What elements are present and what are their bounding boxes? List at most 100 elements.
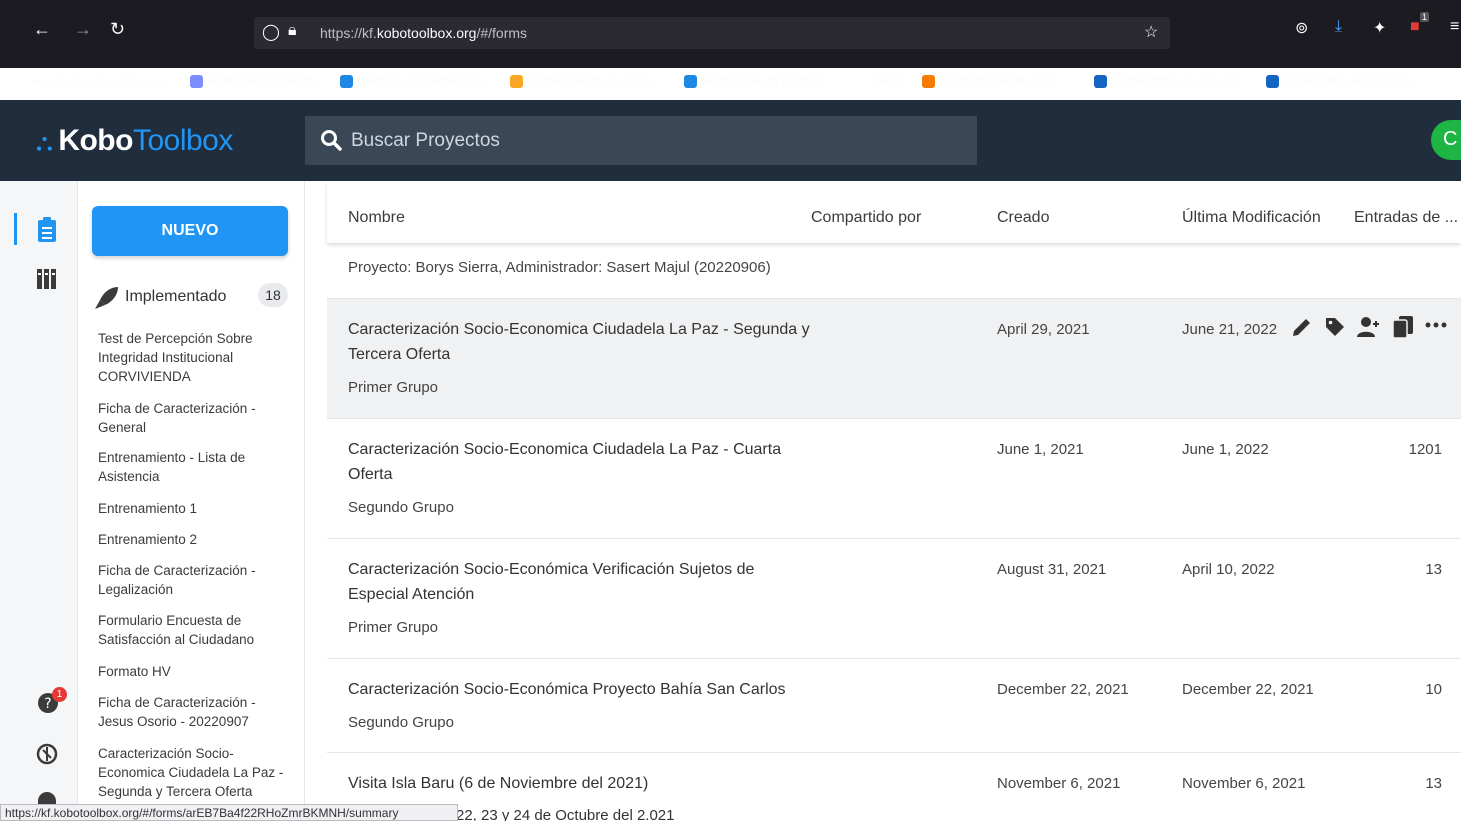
browser-chrome: ← → ↻ ◯ 🔒︎ https://kf.kobotoolbox.org/#/… (0, 0, 1461, 89)
created-date: November 6, 2021 (997, 775, 1121, 792)
app-header: ⛬ KoboToolbox Buscar Proyectos C (0, 100, 1461, 181)
deployed-section-header[interactable]: Implementado 18 (94, 281, 290, 311)
sidebar-project-item[interactable]: Entrenamiento 2 (98, 530, 288, 549)
bookmark-label: Animated Drawings (208, 74, 317, 88)
bookmarks-bar: ⇥ Importar marcadores... Animated Drawings… (0, 70, 1461, 96)
back-icon[interactable]: ← (33, 18, 51, 40)
download-icon[interactable]: ⤓ (1335, 18, 1342, 36)
project-name-link[interactable]: Caracterización Socio-Económica Verifica… (348, 557, 754, 582)
sidebar-project-item[interactable]: Ficha de Caracterización - General (98, 399, 288, 437)
bookmark-star-icon[interactable]: ☆ (1144, 22, 1158, 42)
column-header-name[interactable]: Nombre (348, 209, 405, 227)
submissions-count: 13 (1425, 561, 1442, 578)
shield-icon[interactable]: ◯ (262, 22, 280, 42)
svg-text:?: ? (44, 696, 51, 712)
extension-badge-icon[interactable]: ■ (1410, 18, 1420, 36)
submissions-count: 1201 (1408, 441, 1442, 458)
column-header-modified[interactable]: Última Modificación (1182, 209, 1321, 227)
sidebar-project-item[interactable]: Test de Percepción Sobre Integridad Inst… (98, 329, 288, 386)
project-name-link[interactable]: Visita Isla Baru (6 de Noviembre del 202… (348, 771, 648, 796)
modified-date: December 22, 2021 (1182, 681, 1314, 698)
extension-icon[interactable]: ✦ (1373, 18, 1386, 38)
project-name-link[interactable]: Caracterización Socio-Economica Ciudadel… (348, 317, 810, 342)
forward-icon[interactable]: → (74, 18, 92, 40)
bookmark-favicon-icon (855, 74, 868, 88)
sidebar-project-item[interactable]: Entrenamiento 1 (98, 499, 288, 518)
menu-icon[interactable]: ≡ (1450, 18, 1459, 36)
project-name-link[interactable]: Especial Atención (348, 582, 474, 607)
bookmark-favicon-icon (922, 74, 935, 88)
deployed-label: Implementado (125, 288, 227, 305)
modified-date: April 10, 2022 (1182, 561, 1275, 578)
created-date: June 1, 2021 (997, 441, 1084, 458)
table-row[interactable]: Proyecto: Borys Sierra, Administrador: S… (327, 243, 1461, 299)
project-name-link[interactable]: Caracterización Socio-Económica Proyecto… (348, 677, 786, 702)
sidebar-project-item[interactable]: Entrenamiento - Lista de Asistencia (98, 448, 288, 486)
more-options-icon[interactable] (1424, 315, 1448, 339)
pocket-icon[interactable]: ⊚ (1295, 18, 1308, 38)
sidebar-project-item[interactable]: Formato HV (98, 662, 288, 681)
share-user-icon[interactable] (1356, 315, 1382, 339)
bookmark-favicon-icon (190, 74, 203, 88)
lock-icon[interactable]: 🔒︎ (288, 22, 297, 40)
kobotoolbox-logo[interactable]: ⛬ KoboToolbox (36, 124, 233, 158)
sidebar-project-item[interactable]: Caracterización Socio-Economica Ciudadel… (98, 744, 288, 801)
sidebar-project-item[interactable]: Ficha de Caracterización - Legalización (98, 561, 288, 599)
project-name-link[interactable]: Caracterización Socio-Economica Ciudadel… (348, 437, 781, 462)
bookmark-label: Inicio (873, 74, 903, 88)
project-name-link[interactable]: Oferta (348, 462, 392, 487)
sidebar-project-item[interactable]: Ficha de Caracterización - Jesus Osorio … (98, 693, 288, 731)
browser-nav-bar: ← → ↻ ◯ 🔒︎ https://kf.kobotoolbox.org/#/… (0, 10, 1461, 49)
tag-icon[interactable] (1324, 316, 1346, 338)
bookmark-item[interactable]: Portal miplanilla.com ... (922, 74, 1069, 88)
bookmark-favicon-icon (510, 74, 523, 88)
import-icon: ⇥ (30, 75, 41, 89)
table-row[interactable]: Caracterización Socio-Económica Proyecto… (327, 659, 1461, 753)
created-date: April 29, 2021 (997, 321, 1090, 338)
bookmark-label: Campus | OpenBootca... (358, 74, 495, 88)
table-row[interactable]: Caracterización Socio-Económica Verifica… (327, 539, 1461, 659)
project-name-link[interactable]: Tercera Oferta (348, 342, 450, 367)
edit-pencil-icon[interactable] (1290, 315, 1314, 339)
bookmark-item[interactable]: Conviértete en desarro... (1266, 74, 1422, 88)
project-owner-text: Proyecto: Borys Sierra, Administrador: S… (348, 259, 771, 276)
rocket-icon (95, 287, 118, 309)
submissions-count: 10 (1425, 681, 1442, 698)
bookmark-label: Conviértete en data an... (1112, 74, 1249, 88)
status-bar-link-preview: https://kf.kobotoolbox.org/#/forms/arEB7… (0, 804, 458, 821)
column-header-shared-by[interactable]: Compartido por (811, 209, 921, 227)
projects-clipboard-icon[interactable] (37, 217, 57, 243)
bookmark-item[interactable]: ⇥ Importar marcadores... (30, 74, 172, 90)
bookmark-item[interactable]: Inicio (855, 74, 902, 88)
bookmark-label: Conviértete en desarro... (1284, 74, 1422, 88)
account-avatar[interactable]: C (1431, 120, 1461, 160)
bookmark-favicon-icon (1094, 74, 1107, 88)
bookmark-item[interactable]: Comenzando - Let's E... (510, 74, 662, 88)
column-header-submissions[interactable]: Entradas de ... (1354, 209, 1458, 227)
bookmark-favicon-icon (340, 74, 353, 88)
address-bar[interactable]: ◯ 🔒︎ https://kf.kobotoolbox.org/#/forms … (254, 17, 1170, 49)
project-table: Nombre Compartido por Creado Última Modi… (305, 181, 1461, 821)
bookmark-item[interactable]: Campus | OpenBootca... (340, 74, 495, 88)
url-text[interactable]: https://kf.kobotoolbox.org/#/forms (320, 25, 527, 41)
icon-rail: ? 1 (0, 181, 78, 821)
sidebar-project-item[interactable]: Formulario Encuesta de Satisfacción al C… (98, 611, 288, 649)
bookmark-favicon-icon (684, 74, 697, 88)
bookmark-favicon-icon (1266, 74, 1279, 88)
clone-icon[interactable] (1392, 315, 1414, 339)
project-search-input[interactable]: Buscar Proyectos (305, 116, 977, 165)
rail-active-indicator (14, 213, 17, 245)
bookmark-item[interactable]: Formación de Fullstac... (684, 74, 835, 88)
table-row[interactable]: Caracterización Socio-Economica Ciudadel… (327, 419, 1461, 539)
bookmark-item[interactable]: Animated Drawings (190, 74, 316, 88)
reload-icon[interactable]: ↻ (110, 18, 125, 40)
bookmark-item[interactable]: Conviértete en data an... (1094, 74, 1249, 88)
new-project-button[interactable]: NUEVO (92, 206, 288, 256)
library-icon[interactable] (36, 267, 60, 291)
project-owner-text: Primer Grupo (348, 619, 439, 636)
kobo-logo-icon: ⛬ (36, 129, 53, 156)
search-placeholder: Buscar Proyectos (351, 130, 500, 151)
language-icon[interactable] (36, 743, 58, 765)
column-header-created[interactable]: Creado (997, 209, 1049, 227)
created-date: December 22, 2021 (997, 681, 1129, 698)
